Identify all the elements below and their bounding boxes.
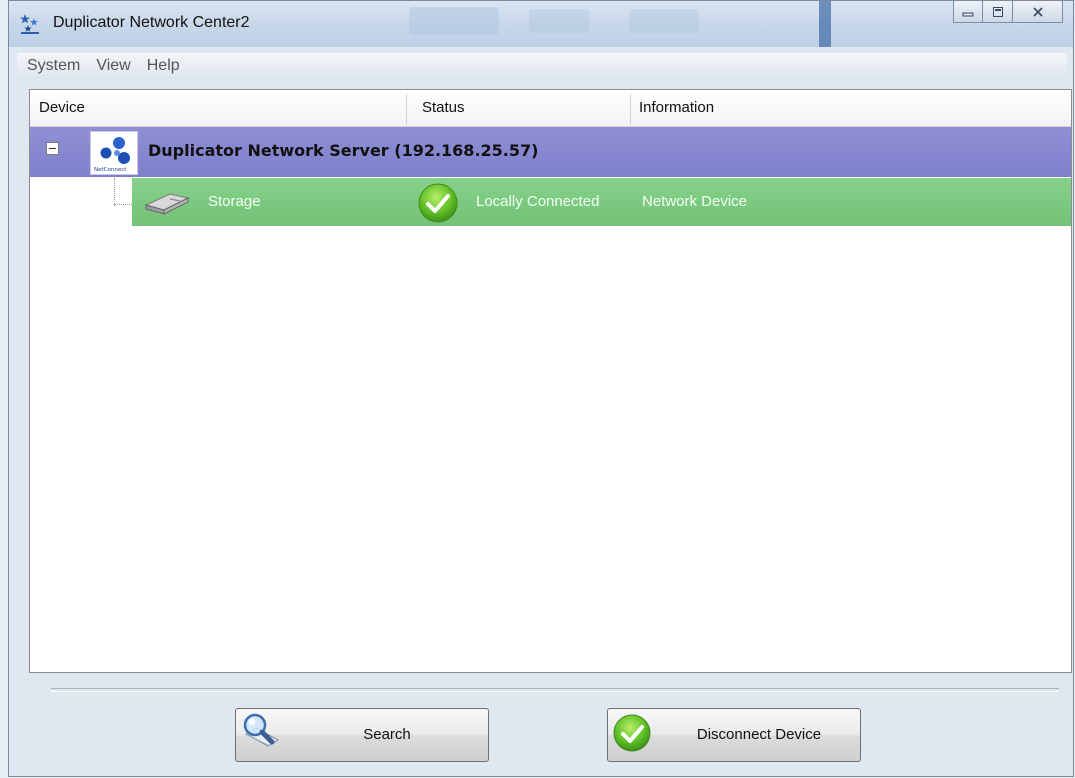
- app-window: Duplicator Network Center2 System View H…: [8, 0, 1074, 777]
- search-button[interactable]: Search: [235, 708, 489, 762]
- device-row-storage[interactable]: Storage Locally Connected Network Device: [132, 178, 1071, 226]
- background-blur: [819, 1, 831, 47]
- background-blur: [529, 9, 589, 33]
- device-information: Network Device: [642, 193, 748, 210]
- menu-view[interactable]: View: [96, 57, 130, 75]
- list-header: Device Status Information: [30, 90, 1071, 127]
- maximize-button[interactable]: [983, 1, 1013, 23]
- column-header-status[interactable]: Status: [413, 90, 633, 126]
- server-row[interactable]: NetConnect Duplicator Network Server (19…: [30, 127, 1071, 177]
- close-icon: [1032, 6, 1043, 17]
- menu-help[interactable]: Help: [147, 57, 180, 75]
- check-circle-icon: [418, 183, 458, 223]
- collapse-toggle[interactable]: [46, 142, 59, 155]
- app-icon: [20, 14, 39, 34]
- device-list[interactable]: Device Status Information NetConnect Dup…: [29, 89, 1072, 673]
- netconnect-logo-icon: NetConnect: [94, 137, 130, 173]
- disconnect-device-button-label: Disconnect Device: [696, 726, 822, 743]
- server-logo: NetConnect: [90, 131, 138, 175]
- background-blur: [629, 9, 699, 33]
- background-blur: [409, 7, 499, 35]
- maximize-icon: [992, 6, 1003, 17]
- tree-connector: [114, 178, 116, 206]
- column-header-information[interactable]: Information: [630, 90, 930, 126]
- divider: [51, 688, 1059, 692]
- search-button-label: Search: [363, 726, 411, 743]
- window-title: Duplicator Network Center2: [53, 14, 250, 31]
- minimize-icon: [962, 12, 974, 16]
- column-separator[interactable]: [406, 94, 407, 124]
- menu-system[interactable]: System: [27, 57, 80, 75]
- hard-drive-icon: [144, 193, 190, 215]
- server-label: Duplicator Network Server (192.168.25.57…: [148, 141, 539, 160]
- window-controls: [953, 1, 1063, 23]
- close-button[interactable]: [1013, 1, 1063, 23]
- title-bar[interactable]: Duplicator Network Center2: [9, 1, 1073, 47]
- minimize-button[interactable]: [953, 1, 983, 23]
- device-name: Storage: [208, 193, 261, 210]
- device-status: Locally Connected: [476, 193, 600, 210]
- logo-text: NetConnect: [94, 167, 127, 173]
- menu-bar: System View Help: [17, 53, 1067, 79]
- disconnect-device-button[interactable]: Disconnect Device: [607, 708, 861, 762]
- column-header-device[interactable]: Device: [30, 90, 406, 126]
